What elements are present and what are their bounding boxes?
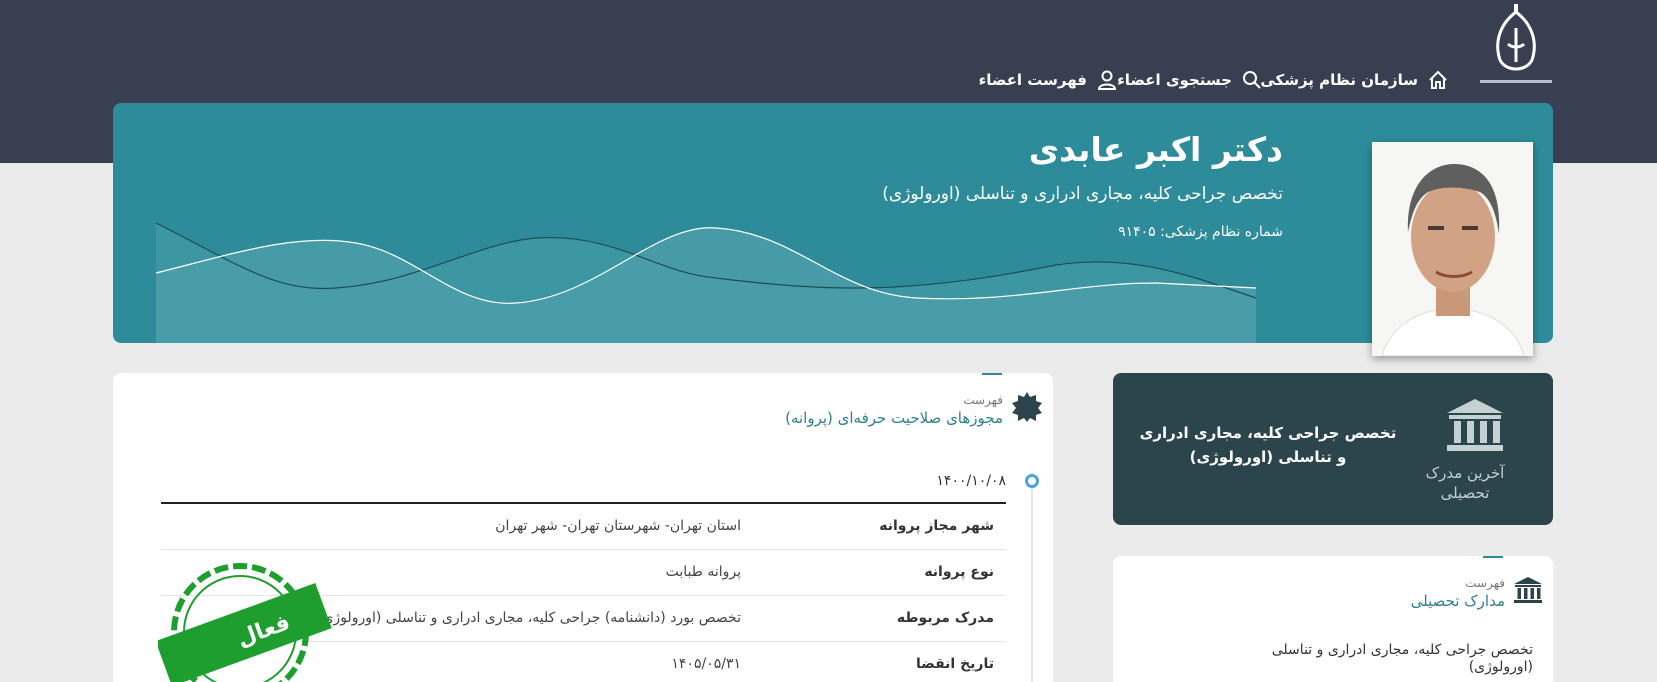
card-accent-tick bbox=[982, 373, 1002, 375]
active-stamp: فعال bbox=[158, 563, 332, 682]
doctor-hero: دکتر اکبر عابدی تخصص جراحی کلیه، مجاری ا… bbox=[113, 103, 1553, 343]
nav-search-label[interactable]: جستجوی اعضاء bbox=[1117, 71, 1232, 89]
row-value: ۱۴۰۵/۰۵/۳۱ bbox=[671, 656, 741, 672]
nav-members-list[interactable]: فهرست اعضاء bbox=[979, 68, 1117, 92]
user-icon bbox=[1097, 70, 1117, 90]
row-value: استان تهران- شهرستان تهران- شهر تهران bbox=[495, 518, 741, 534]
row-value: پروانه طبابت bbox=[665, 564, 741, 580]
nav-search[interactable]: جستجوی اعضاء bbox=[1117, 68, 1262, 92]
latest-degree-card: آخرین مدرک تحصیلی تخصص جراحی کلیه، مجاری… bbox=[1113, 373, 1553, 525]
medical-council-number: شماره نظام پزشکی: ۹۱۴۰۵ bbox=[1118, 224, 1283, 240]
nav-home[interactable]: سازمان نظام پزشکی bbox=[1260, 68, 1448, 92]
row-label: تاریخ انقضا bbox=[916, 656, 994, 672]
decorative-waves bbox=[156, 223, 1256, 343]
doctor-photo bbox=[1372, 142, 1533, 356]
timeline-line bbox=[1031, 473, 1033, 682]
badge-icon bbox=[1012, 392, 1042, 422]
nav-home-label[interactable]: سازمان نظام پزشکی bbox=[1260, 71, 1418, 89]
doctor-name: دکتر اکبر عابدی bbox=[1028, 130, 1283, 169]
bank-icon bbox=[1514, 577, 1542, 603]
row-label: مدرک مربوطه bbox=[896, 610, 994, 626]
search-icon bbox=[1243, 71, 1261, 89]
nav-list-label[interactable]: فهرست اعضاء bbox=[979, 71, 1087, 89]
degrees-section-title[interactable]: مدارک تحصیلی bbox=[1411, 592, 1505, 610]
license-date: ۱۴۰۰/۱۰/۰۸ bbox=[936, 473, 1006, 489]
home-icon bbox=[1429, 70, 1447, 89]
doctor-specialty: تخصص جراحی کلیه، مجاری ادراری و تناسلی (… bbox=[882, 184, 1283, 204]
row-label: نوع پروانه bbox=[924, 564, 994, 580]
table-row: شهر مجاز پروانه استان تهران- شهرستان تهر… bbox=[161, 504, 1006, 550]
card-accent-tick bbox=[1483, 556, 1503, 558]
timeline-dot bbox=[1025, 474, 1039, 488]
licenses-card: فهرست مجوزهای صلاحیت حرفه‌ای (پروانه) ۱۴… bbox=[113, 373, 1053, 682]
degree-item: تخصص جراحی کلیه، مجاری ادراری و تناسلی (… bbox=[1271, 642, 1533, 675]
degrees-card: فهرست مدارک تحصیلی تخصص جراحی کلیه، مجار… bbox=[1113, 556, 1553, 682]
latest-degree-text: تخصص جراحی کلیه، مجاری ادراری و تناسلی (… bbox=[1139, 424, 1397, 466]
degrees-section-small: فهرست bbox=[1465, 576, 1505, 590]
licenses-section-title[interactable]: مجوزهای صلاحیت حرفه‌ای (پروانه) bbox=[785, 409, 1003, 427]
bank-icon bbox=[1447, 399, 1503, 451]
row-value: تخصص بورد (دانشنامه) جراحی کلیه، مجاری ا… bbox=[317, 610, 741, 626]
licenses-section-small: فهرست bbox=[963, 393, 1003, 407]
row-label: شهر مجاز پروانه bbox=[879, 518, 994, 534]
logo-emblem[interactable] bbox=[1476, 2, 1556, 90]
latest-degree-caption: آخرین مدرک تحصیلی bbox=[1425, 464, 1505, 502]
